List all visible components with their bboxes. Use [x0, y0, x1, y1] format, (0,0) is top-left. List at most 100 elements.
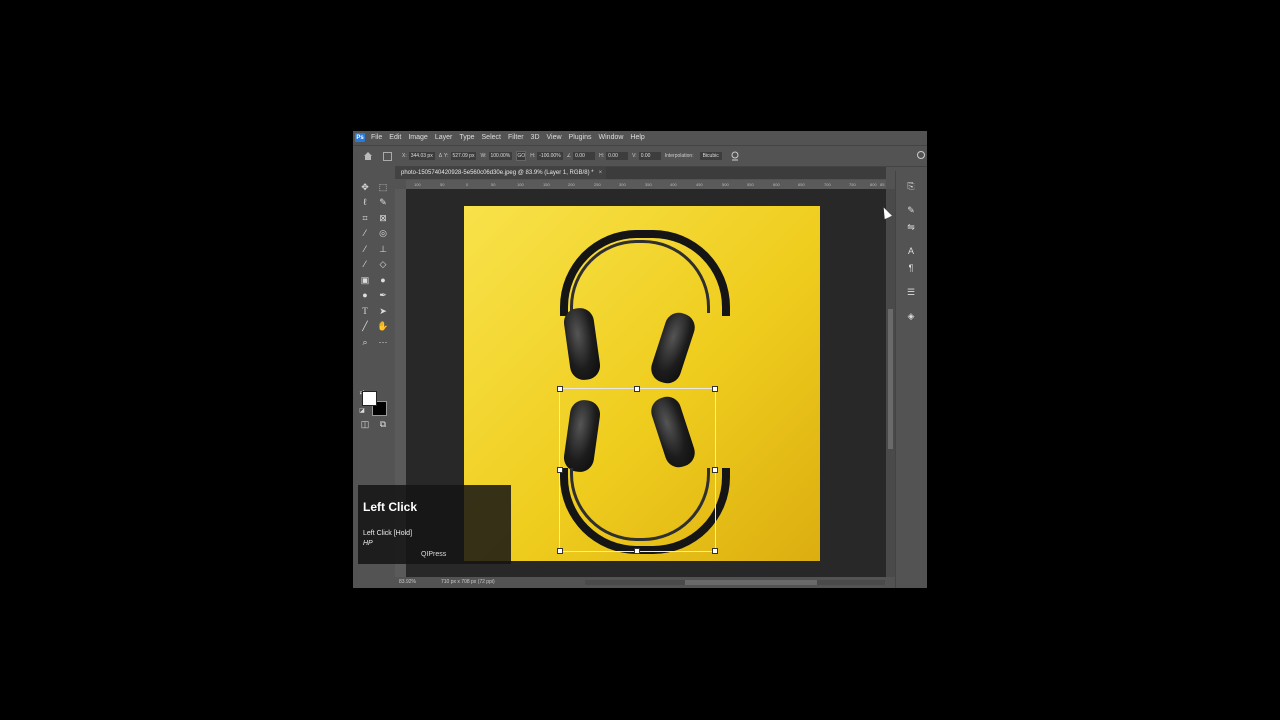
- horizontal-scrollbar[interactable]: [585, 580, 885, 585]
- transform-handle-top[interactable]: [634, 386, 640, 392]
- quick-mask-icon[interactable]: ◫: [359, 418, 371, 430]
- transform-handle-bottom[interactable]: [634, 548, 640, 554]
- ruler-mark: 750: [849, 182, 856, 187]
- h-label: H:: [530, 153, 536, 159]
- path-select-icon[interactable]: ➤: [377, 305, 389, 317]
- overlay-line-1: Left Click [Hold]: [363, 530, 413, 537]
- transform-handle-bottom-right[interactable]: [712, 548, 718, 554]
- app-logo: Ps: [355, 133, 365, 142]
- line-icon[interactable]: ╱: [359, 320, 371, 332]
- character-icon[interactable]: A: [905, 245, 917, 257]
- w-label: W:: [480, 153, 487, 159]
- lasso-icon[interactable]: ℓ: [359, 196, 371, 208]
- menu-window[interactable]: Window: [599, 134, 624, 141]
- transform-bounding-box[interactable]: [559, 388, 716, 552]
- menu-type[interactable]: Type: [459, 134, 474, 141]
- hand-icon[interactable]: ✋: [377, 320, 389, 332]
- vskew-field[interactable]: 0.00: [638, 152, 661, 160]
- screen-mode-icon[interactable]: ⧉: [377, 418, 389, 430]
- zoom-level[interactable]: 83.92%: [399, 579, 416, 585]
- y-field[interactable]: 527.09 px: [450, 152, 477, 160]
- menu-layer[interactable]: Layer: [435, 134, 453, 141]
- interpolation-select[interactable]: Bicubic: [699, 152, 722, 160]
- ruler-mark: 550: [747, 182, 754, 187]
- close-tab-icon[interactable]: ×: [599, 170, 603, 176]
- home-icon[interactable]: [363, 151, 373, 161]
- vertical-scrollbar[interactable]: [886, 189, 895, 577]
- ruler-mark: 150: [543, 182, 550, 187]
- vertical-scroll-thumb[interactable]: [888, 309, 893, 449]
- horizontal-scroll-thumb[interactable]: [685, 580, 817, 585]
- eyedropper-icon[interactable]: ⁄: [359, 227, 371, 239]
- angle-field[interactable]: 0.00: [573, 152, 596, 160]
- ruler-mark: 350: [645, 182, 652, 187]
- history-brush-icon[interactable]: ⁄: [359, 258, 371, 270]
- hskew-label: H:: [599, 153, 605, 159]
- blur-icon[interactable]: ●: [377, 274, 389, 286]
- brush-settings-icon[interactable]: ✎: [905, 204, 917, 216]
- pen-icon[interactable]: ✒: [377, 289, 389, 301]
- y-label: Y:: [444, 153, 449, 159]
- cancel-icon[interactable]: [917, 151, 925, 159]
- move-icon[interactable]: ✥: [359, 181, 371, 193]
- zoom-icon[interactable]: ⌕: [359, 336, 371, 348]
- history-icon[interactable]: ⎘: [905, 180, 917, 192]
- adjustments-icon[interactable]: ⇋: [905, 221, 917, 233]
- ruler-mark: 250: [594, 182, 601, 187]
- ruler-mark: 300: [619, 182, 626, 187]
- transform-handle-left[interactable]: [557, 467, 563, 473]
- height-field[interactable]: -100.00%: [537, 152, 563, 160]
- vskew-label: V:: [632, 153, 637, 159]
- type-icon[interactable]: T: [359, 305, 371, 317]
- properties-icon[interactable]: ☰: [905, 286, 917, 298]
- menu-file[interactable]: File: [371, 134, 382, 141]
- marquee-icon[interactable]: ⬚: [377, 181, 389, 193]
- menu-image[interactable]: Image: [408, 134, 427, 141]
- ruler-mark: 700: [824, 182, 831, 187]
- dodge-icon[interactable]: ●: [359, 289, 371, 301]
- menu-edit[interactable]: Edit: [389, 134, 401, 141]
- warp-icon[interactable]: [730, 151, 740, 161]
- document-tab[interactable]: photo-1505740420928-5e560c06d30e.jpeg @ …: [395, 167, 607, 179]
- brush-icon[interactable]: ⁄: [359, 243, 371, 255]
- horizontal-ruler: 100 50 0 50 100 150 200 250 300 350 400 …: [406, 180, 886, 189]
- ruler-mark: 500: [722, 182, 729, 187]
- eraser-icon[interactable]: ◇: [377, 258, 389, 270]
- frame-icon[interactable]: ⊠: [377, 212, 389, 224]
- ruler-mark: 400: [670, 182, 677, 187]
- transform-handle-right[interactable]: [712, 467, 718, 473]
- menu-view[interactable]: View: [547, 134, 562, 141]
- foreground-color-swatch[interactable]: [362, 391, 377, 406]
- reference-point-icon[interactable]: [383, 151, 392, 161]
- menu-plugins[interactable]: Plugins: [569, 134, 592, 141]
- width-field[interactable]: 100.00%: [488, 152, 513, 160]
- transform-handle-top-right[interactable]: [712, 386, 718, 392]
- x-label: X:: [402, 153, 407, 159]
- patch-icon[interactable]: ◎: [377, 227, 389, 239]
- x-field[interactable]: 344.03 px: [408, 152, 435, 160]
- ruler-mark: 85: [880, 182, 885, 187]
- gradient-icon[interactable]: ▣: [359, 274, 371, 286]
- angle-icon: ∠: [566, 153, 572, 159]
- document-tab-bar: photo-1505740420928-5e560c06d30e.jpeg @ …: [395, 167, 886, 179]
- layers-icon[interactable]: ◈: [905, 310, 917, 322]
- menu-help[interactable]: Help: [630, 134, 644, 141]
- menu-filter[interactable]: Filter: [508, 134, 524, 141]
- quick-select-icon[interactable]: ✎: [377, 196, 389, 208]
- link-icon[interactable]: GO: [516, 151, 527, 161]
- hskew-field[interactable]: 0.00: [606, 152, 629, 160]
- menu-select[interactable]: Select: [482, 134, 501, 141]
- ruler-mark: 450: [696, 182, 703, 187]
- crop-icon[interactable]: ⌗: [359, 212, 371, 224]
- paragraph-icon[interactable]: ¶: [905, 262, 917, 274]
- default-colors-icon[interactable]: ◪: [359, 405, 365, 417]
- ruler-mark: 0: [466, 182, 469, 187]
- ruler-mark: 100: [414, 182, 421, 187]
- more-icon[interactable]: ⋯: [377, 336, 389, 348]
- overlay-line-3: QIPress: [421, 551, 447, 558]
- stamp-icon[interactable]: ⊥: [377, 243, 389, 255]
- transform-handle-bottom-left[interactable]: [557, 548, 563, 554]
- menu-3d[interactable]: 3D: [531, 134, 540, 141]
- ruler-mark: 800: [870, 182, 877, 187]
- transform-handle-top-left[interactable]: [557, 386, 563, 392]
